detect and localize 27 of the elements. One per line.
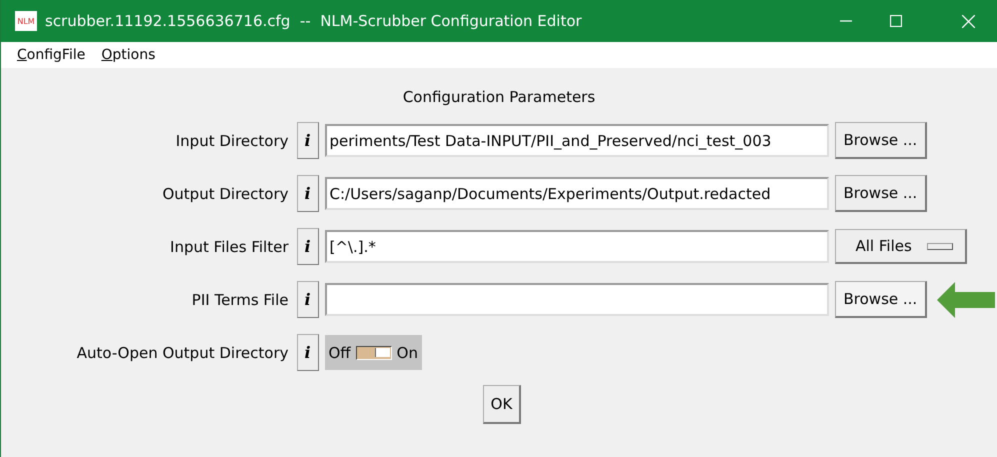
field-label: Auto-Open Output Directory bbox=[76, 344, 288, 362]
input-field[interactable] bbox=[324, 283, 828, 316]
menu-button[interactable]: All Files bbox=[834, 229, 966, 264]
field-label: Output Directory bbox=[161, 184, 288, 202]
input-field[interactable]: periments/Test Data-INPUT/PII_and_Preserved/nci_test_003 bbox=[324, 124, 828, 157]
info-button[interactable]: i bbox=[296, 175, 318, 212]
menu-item[interactable]: Options bbox=[101, 47, 156, 63]
browse-button[interactable]: Browse ... bbox=[834, 175, 928, 212]
section-heading: Configuration Parameters bbox=[402, 88, 596, 108]
info-button[interactable]: i bbox=[296, 228, 318, 265]
menu-item[interactable]: ConfigFile bbox=[17, 47, 86, 63]
close-icon[interactable] bbox=[962, 14, 974, 28]
maximize-icon[interactable] bbox=[890, 15, 902, 27]
window-title: scrubber.11192.1556636716.cfg -- NLM-Scrubber Configuration Editor bbox=[45, 12, 583, 30]
field-label: PII Terms File bbox=[190, 290, 288, 308]
field-label: Input Directory bbox=[174, 132, 288, 150]
ok-button[interactable]: OK bbox=[483, 385, 521, 424]
browse-button[interactable]: Browse ... bbox=[834, 122, 928, 159]
app-icon: NLM bbox=[15, 11, 37, 31]
input-field[interactable]: C:/Users/saganp/Documents/Experiments/Output.redacted bbox=[324, 177, 828, 210]
input-field[interactable]: [^\.].* bbox=[324, 230, 828, 263]
field-label: Input Files Filter bbox=[169, 238, 288, 256]
info-button[interactable]: i bbox=[296, 334, 318, 371]
browse-button[interactable]: Browse ... bbox=[834, 281, 928, 318]
info-button[interactable]: i bbox=[296, 122, 318, 159]
toggle-switch[interactable]: Off On bbox=[324, 335, 422, 370]
info-button[interactable]: i bbox=[296, 281, 318, 318]
